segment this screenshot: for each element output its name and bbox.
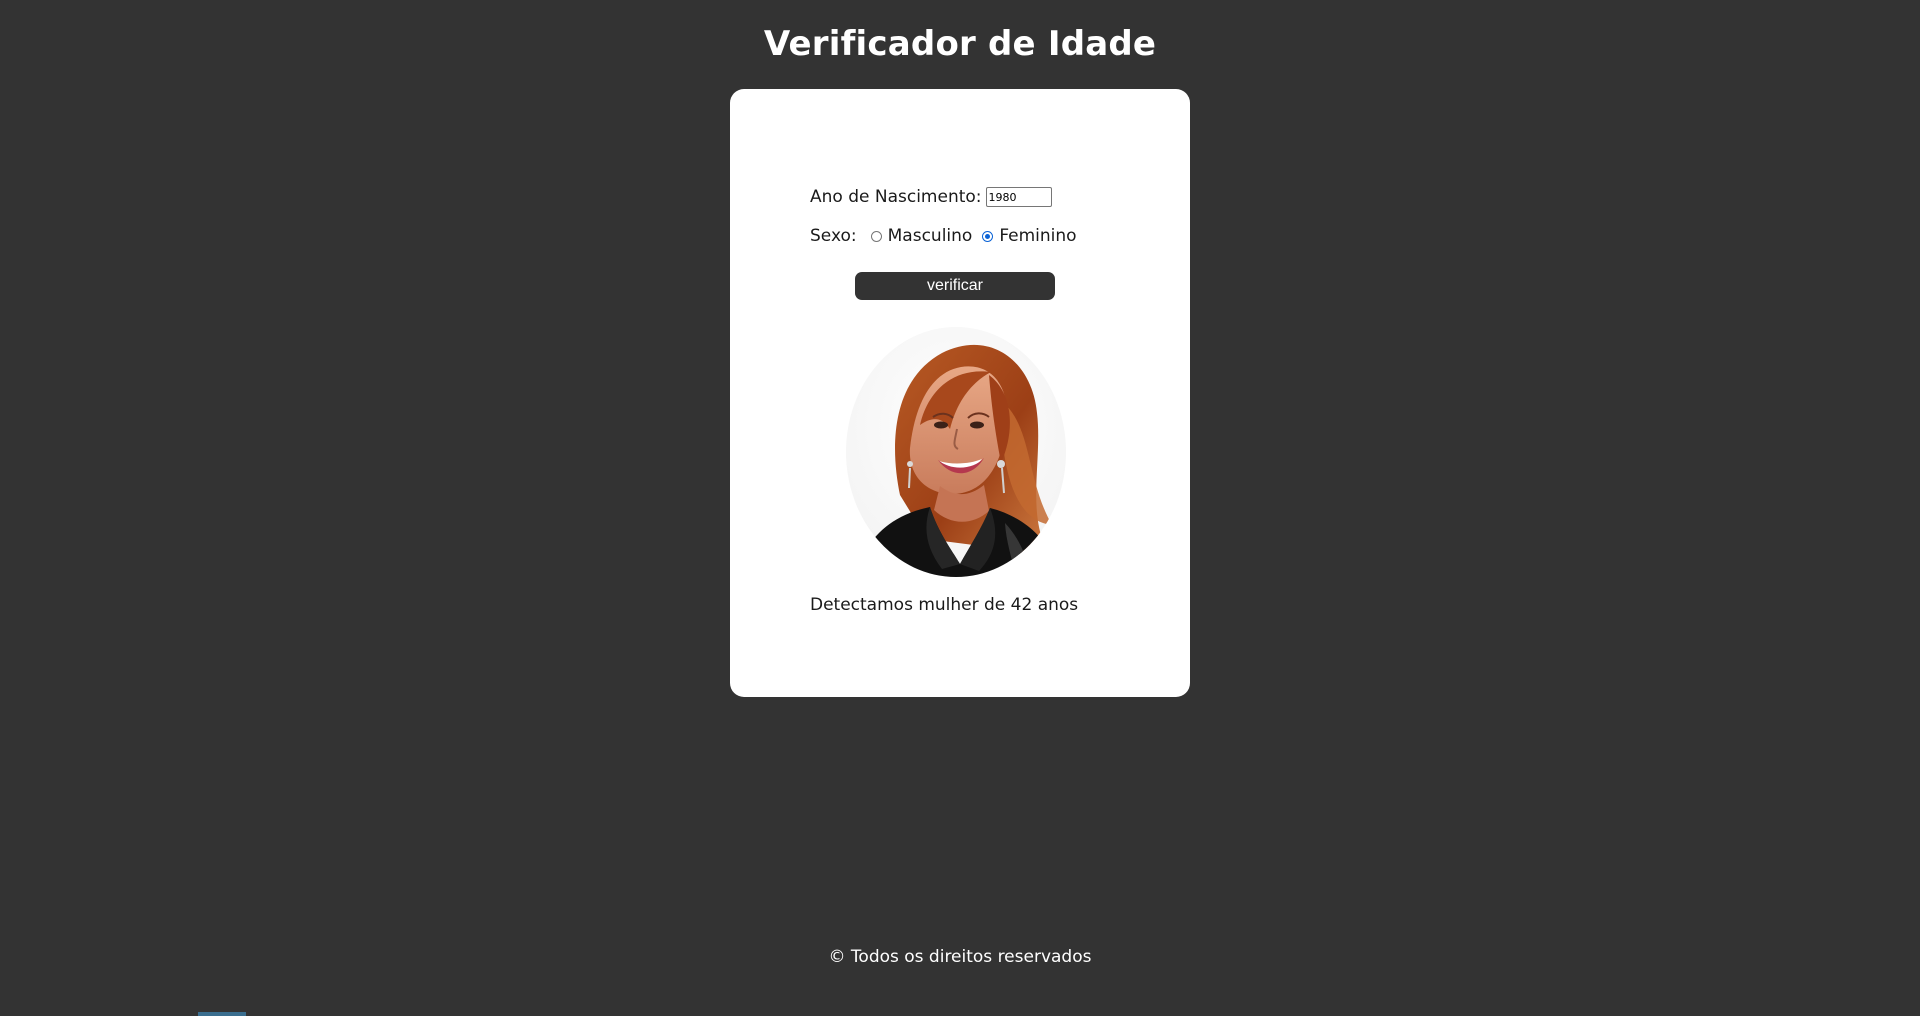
page: Verificador de Idade Ano de Nascimento: … (0, 0, 1920, 1016)
page-title: Verificador de Idade (763, 24, 1157, 64)
verification-form: Ano de Nascimento: Sexo: Masculino Femin… (810, 185, 1130, 248)
sex-label: Sexo: (810, 226, 857, 246)
footer-copyright: © Todos os direitos reservados (828, 947, 1092, 967)
taskbar-highlight (198, 1012, 246, 1016)
verifier-card: Ano de Nascimento: Sexo: Masculino Femin… (730, 89, 1190, 697)
birth-year-row: Ano de Nascimento: (810, 185, 1130, 209)
female-option-label[interactable]: Feminino (999, 226, 1076, 246)
portrait-illustration (846, 327, 1066, 577)
result-text: Detectamos mulher de 42 anos (810, 595, 1079, 615)
sex-row: Sexo: Masculino Feminino (810, 224, 1130, 248)
woman-portrait-photo (846, 327, 1066, 577)
male-option-label[interactable]: Masculino (888, 226, 973, 246)
birth-year-input[interactable] (985, 187, 1052, 207)
verify-button[interactable]: verificar (855, 272, 1055, 300)
birth-year-label: Ano de Nascimento: (810, 187, 982, 207)
male-radio[interactable] (870, 230, 882, 242)
female-radio[interactable] (982, 230, 994, 242)
